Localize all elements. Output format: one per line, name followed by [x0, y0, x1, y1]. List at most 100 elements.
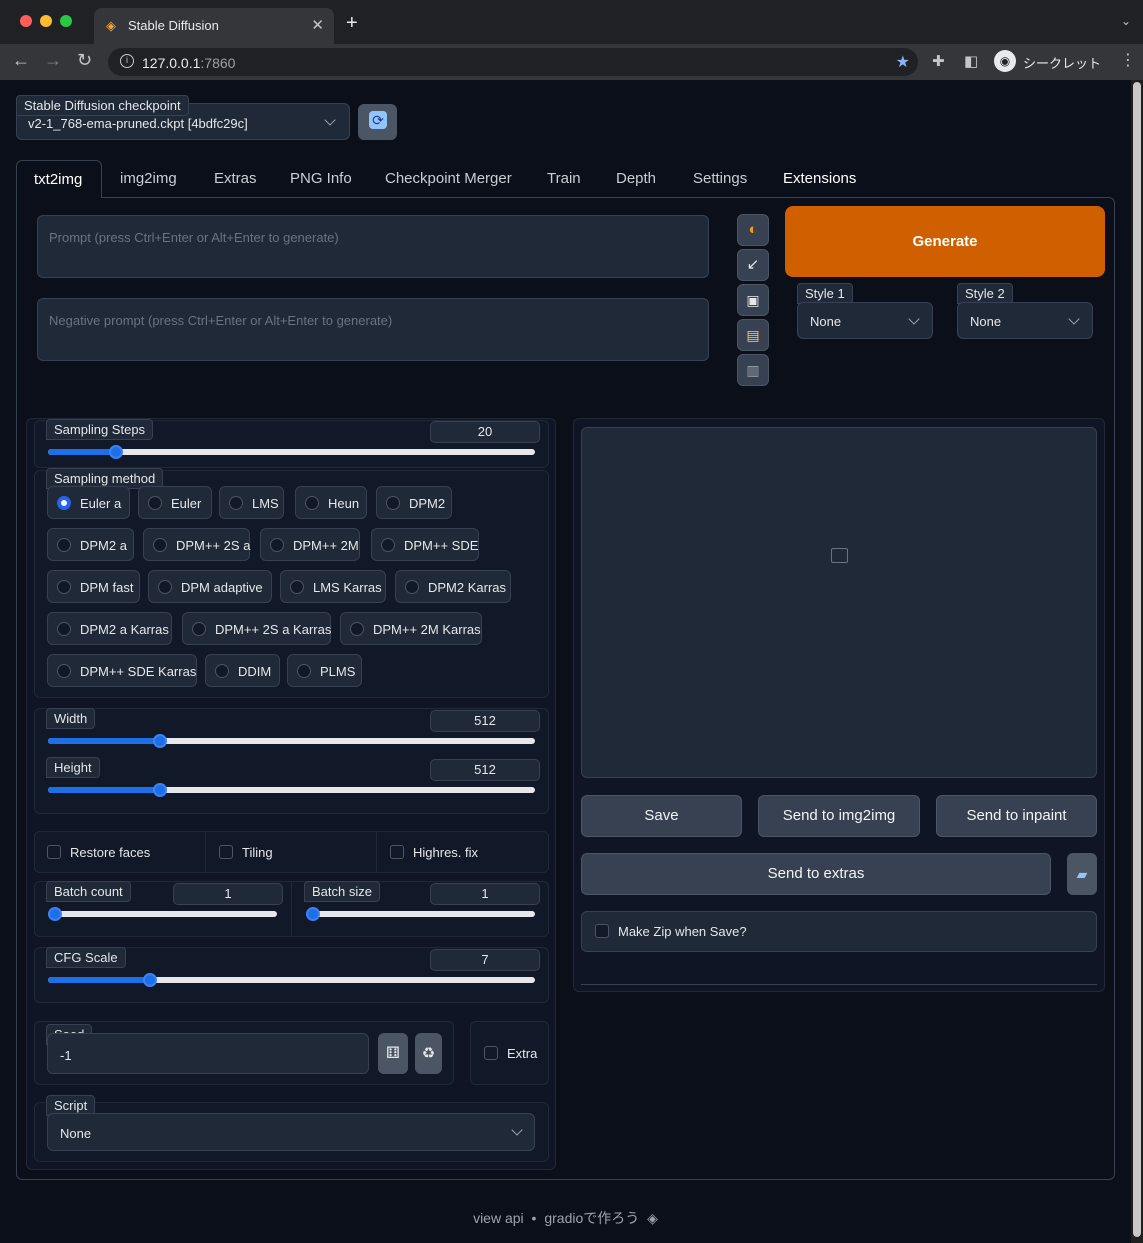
height-input[interactable]: 512	[430, 759, 540, 781]
radio-button[interactable]	[215, 664, 229, 678]
tab-extras[interactable]: Extras	[206, 160, 266, 198]
clear-prompt-button[interactable]: ▥	[737, 354, 769, 386]
apply-style-button[interactable]: ▤	[737, 319, 769, 351]
radio-button[interactable]	[57, 538, 71, 552]
sampler-option[interactable]: DPM++ SDE	[371, 528, 479, 561]
slider-thumb[interactable]	[306, 907, 320, 921]
slider-thumb[interactable]	[48, 907, 62, 921]
radio-button[interactable]	[229, 496, 243, 510]
sampler-option[interactable]: DPM++ 2S a	[143, 528, 250, 561]
scrollbar-thumb[interactable]	[1133, 82, 1141, 1237]
open-folder-button[interactable]: ▰	[1067, 853, 1097, 895]
sampler-option[interactable]: DDIM	[205, 654, 280, 687]
radio-button[interactable]	[405, 580, 419, 594]
tab-png-info[interactable]: PNG Info	[282, 160, 360, 198]
site-info-icon[interactable]: i	[120, 54, 134, 68]
style1-dropdown[interactable]: None	[797, 302, 933, 339]
back-icon[interactable]: ←	[12, 50, 30, 71]
width-slider[interactable]	[48, 734, 535, 748]
radio-button[interactable]	[57, 496, 71, 510]
tab-extensions[interactable]: Extensions	[775, 160, 867, 198]
prompt-input[interactable]: Prompt (press Ctrl+Enter or Alt+Enter to…	[37, 215, 709, 278]
sampler-option[interactable]: Euler a	[47, 486, 130, 519]
tab-img2img[interactable]: img2img	[112, 160, 188, 198]
radio-button[interactable]	[148, 496, 162, 510]
radio-button[interactable]	[350, 622, 364, 636]
checkbox-box[interactable]	[390, 845, 404, 859]
tab-train[interactable]: Train	[539, 160, 589, 198]
paste-params-button[interactable]: ↙	[737, 249, 769, 281]
radio-button[interactable]	[305, 496, 319, 510]
refresh-checkpoint-button[interactable]: ⟳	[358, 104, 397, 140]
radio-button[interactable]	[57, 664, 71, 678]
sampler-option[interactable]: DPM2 a Karras	[47, 612, 172, 645]
slider-thumb[interactable]	[153, 783, 167, 797]
view-api-link[interactable]: view api	[473, 1210, 524, 1226]
save-button[interactable]: Save	[581, 795, 742, 837]
radio-button[interactable]	[270, 538, 284, 552]
script-dropdown[interactable]: None	[47, 1113, 535, 1151]
seed-input[interactable]: -1	[47, 1033, 369, 1074]
close-tab-icon[interactable]: ✕	[311, 16, 324, 34]
radio-button[interactable]	[158, 580, 172, 594]
checkbox-box[interactable]	[47, 845, 61, 859]
sampler-option[interactable]: DPM++ SDE Karras	[47, 654, 197, 687]
save-style-button[interactable]: ▣	[737, 284, 769, 316]
new-tab-icon[interactable]: +	[346, 12, 358, 35]
checkbox-box[interactable]	[484, 1046, 498, 1060]
sampler-option[interactable]: DPM2 a	[47, 528, 134, 561]
extensions-puzzle-icon[interactable]: ✚	[932, 52, 945, 70]
radio-button[interactable]	[57, 580, 71, 594]
minimize-window-button[interactable]	[40, 15, 52, 27]
sampler-option[interactable]: DPM++ 2M	[260, 528, 360, 561]
width-input[interactable]: 512	[430, 710, 540, 732]
interrogate-button[interactable]: ◐	[737, 214, 769, 246]
sampler-option[interactable]: LMS	[219, 486, 284, 519]
sampler-option[interactable]: DPM2 Karras	[395, 570, 511, 603]
side-panel-icon[interactable]: ◧	[964, 52, 978, 70]
radio-button[interactable]	[386, 496, 400, 510]
incognito-icon[interactable]: ◉	[994, 50, 1016, 72]
highres-fix-checkbox[interactable]: Highres. fix	[390, 844, 540, 862]
batch-count-input[interactable]: 1	[173, 883, 283, 905]
sampler-option[interactable]: DPM fast	[47, 570, 140, 603]
checkpoint-dropdown[interactable]: v2-1_768-ema-pruned.ckpt [4bdfc29c]	[16, 112, 350, 140]
sampler-option[interactable]: LMS Karras	[280, 570, 386, 603]
sampler-option[interactable]: Euler	[138, 486, 212, 519]
radio-button[interactable]	[290, 580, 304, 594]
extra-checkbox[interactable]: Extra	[484, 1046, 544, 1064]
sampler-option[interactable]: Heun	[295, 486, 367, 519]
page-scrollbar[interactable]	[1131, 80, 1143, 1243]
send-to-inpaint-button[interactable]: Send to inpaint	[936, 795, 1097, 837]
batch-size-slider[interactable]	[306, 907, 535, 921]
radio-button[interactable]	[57, 622, 71, 636]
browser-tab[interactable]: ◈ Stable Diffusion ✕	[94, 8, 334, 44]
image-output[interactable]	[581, 427, 1097, 778]
gradio-link[interactable]: gradioで作ろう	[544, 1210, 639, 1226]
negative-prompt-input[interactable]: Negative prompt (press Ctrl+Enter or Alt…	[37, 298, 709, 361]
tab-checkpoint-merger[interactable]: Checkpoint Merger	[377, 160, 522, 198]
sampler-option[interactable]: DPM adaptive	[148, 570, 272, 603]
sampler-option[interactable]: DPM++ 2S a Karras	[182, 612, 331, 645]
make-zip-checkbox[interactable]: Make Zip when Save?	[595, 924, 795, 942]
radio-button[interactable]	[192, 622, 206, 636]
radio-button[interactable]	[297, 664, 311, 678]
tab-settings[interactable]: Settings	[685, 160, 757, 198]
tab-txt2img[interactable]: txt2img	[16, 160, 102, 198]
send-to-img2img-button[interactable]: Send to img2img	[758, 795, 920, 837]
checkbox-box[interactable]	[219, 845, 233, 859]
radio-button[interactable]	[381, 538, 395, 552]
style2-dropdown[interactable]: None	[957, 302, 1093, 339]
cfg-scale-input[interactable]: 7	[430, 949, 540, 971]
sampler-option[interactable]: PLMS	[287, 654, 362, 687]
maximize-window-button[interactable]	[60, 15, 72, 27]
random-seed-button[interactable]: ⚅	[378, 1033, 408, 1074]
close-window-button[interactable]	[20, 15, 32, 27]
generate-button[interactable]: Generate	[785, 206, 1105, 277]
sampling-steps-input[interactable]: 20	[430, 421, 540, 443]
cfg-scale-slider[interactable]	[48, 973, 535, 987]
sampling-steps-slider[interactable]	[48, 445, 535, 459]
send-to-extras-button[interactable]: Send to extras	[581, 853, 1051, 895]
batch-count-slider[interactable]	[48, 907, 277, 921]
checkbox-box[interactable]	[595, 924, 609, 938]
